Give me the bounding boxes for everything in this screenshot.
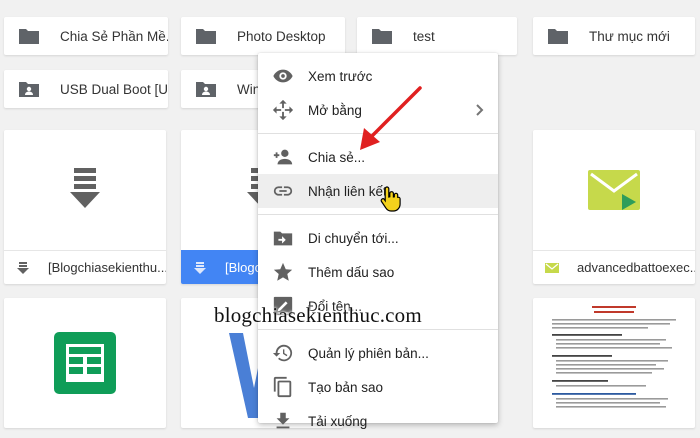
file-card[interactable]: advancedbattoexec... bbox=[533, 130, 695, 284]
archive-file-icon bbox=[17, 261, 29, 274]
menu-item-label: Quản lý phiên bản... bbox=[308, 345, 429, 361]
folder-icon bbox=[372, 29, 392, 44]
menu-item-move-to[interactable]: Di chuyển tới... bbox=[258, 221, 498, 255]
archive-file-icon bbox=[194, 261, 206, 274]
folder-icon bbox=[196, 29, 216, 44]
archive-thumb-icon bbox=[70, 168, 100, 208]
chevron-right-icon bbox=[476, 104, 484, 116]
folder-label: Chia Sẻ Phần Mề... bbox=[60, 28, 168, 44]
sheets-thumb-icon bbox=[54, 332, 116, 394]
menu-divider bbox=[258, 214, 498, 215]
menu-item-label: Di chuyển tới... bbox=[308, 230, 399, 246]
file-label: [Blogc bbox=[225, 260, 262, 275]
folder-label: test bbox=[413, 28, 435, 44]
eye-icon bbox=[273, 69, 293, 83]
annotation-arrow-icon bbox=[360, 86, 422, 150]
shared-folder-icon bbox=[19, 82, 39, 97]
folder-item[interactable]: Chia Sẻ Phần Mề... bbox=[4, 17, 168, 55]
file-card[interactable] bbox=[533, 298, 695, 428]
menu-item-get-link[interactable]: Nhận liên kết bbox=[258, 174, 498, 208]
folder-item[interactable]: Photo Desktop bbox=[181, 17, 345, 55]
hand-cursor-icon bbox=[380, 186, 401, 212]
move-to-folder-icon bbox=[273, 231, 293, 246]
history-icon bbox=[272, 344, 293, 362]
open-with-icon bbox=[272, 99, 294, 121]
star-icon bbox=[273, 262, 293, 281]
folder-item[interactable]: Thư mục mới bbox=[533, 17, 695, 55]
menu-divider bbox=[258, 329, 498, 330]
file-label: [Blogchiasekienthu... bbox=[48, 260, 166, 275]
email-thumb-icon bbox=[588, 170, 640, 210]
folder-label: Photo Desktop bbox=[237, 28, 326, 44]
menu-item-download[interactable]: Tải xuống bbox=[258, 404, 498, 438]
file-thumbnail bbox=[4, 298, 166, 428]
menu-item-label: Tạo bản sao bbox=[308, 379, 384, 395]
menu-item-label: Thêm dấu sao bbox=[308, 264, 395, 280]
folder-item[interactable]: test bbox=[357, 17, 517, 55]
shared-folder-icon bbox=[196, 82, 216, 97]
add-person-icon bbox=[273, 149, 293, 165]
download-icon bbox=[276, 412, 290, 429]
menu-item-make-copy[interactable]: Tạo bản sao bbox=[258, 370, 498, 404]
copy-icon bbox=[273, 376, 292, 398]
folder-item[interactable]: USB Dual Boot [U... bbox=[4, 70, 168, 108]
folder-icon bbox=[19, 29, 39, 44]
document-preview-lines bbox=[552, 306, 676, 408]
folder-label: USB Dual Boot [U... bbox=[60, 81, 168, 97]
folder-label: Thư mục mới bbox=[589, 28, 670, 44]
menu-item-label: Nhận liên kết bbox=[308, 183, 387, 199]
document-preview-thumbnail bbox=[533, 298, 695, 428]
menu-item-add-star[interactable]: Thêm dấu sao bbox=[258, 255, 498, 289]
file-card[interactable]: [Blogchiasekienthu... bbox=[4, 130, 166, 284]
file-label: advancedbattoexec... bbox=[577, 260, 695, 275]
link-icon bbox=[273, 186, 293, 196]
email-file-icon bbox=[545, 262, 559, 273]
file-card[interactable] bbox=[4, 298, 166, 428]
file-thumbnail bbox=[4, 130, 166, 250]
watermark-text: blogchiasekienthuc.com bbox=[214, 303, 422, 327]
menu-item-manage-versions[interactable]: Quản lý phiên bản... bbox=[258, 336, 498, 370]
folder-icon bbox=[548, 29, 568, 44]
file-thumbnail bbox=[533, 130, 695, 250]
